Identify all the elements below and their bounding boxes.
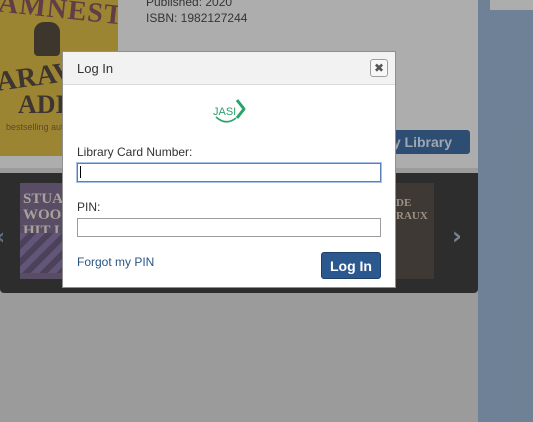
forgot-pin-link[interactable]: Forgot my PIN [77, 255, 154, 269]
login-button[interactable]: Log In [321, 252, 381, 279]
pin-input[interactable] [77, 218, 381, 237]
text-caret [80, 166, 81, 178]
pin-label: PIN: [77, 200, 101, 214]
card-number-label: Library Card Number: [77, 145, 193, 159]
library-logo: JASI [213, 99, 246, 123]
close-icon: ✖ [373, 61, 385, 75]
dialog-title: Log In [77, 61, 114, 76]
card-number-input[interactable] [77, 163, 381, 182]
logo-text: JASI [213, 106, 236, 118]
dialog-titlebar: Log In ✖ [63, 52, 395, 85]
close-button[interactable]: ✖ [370, 59, 388, 77]
login-dialog: Log In ✖ JASI Library Card Number: PIN: … [62, 51, 396, 288]
